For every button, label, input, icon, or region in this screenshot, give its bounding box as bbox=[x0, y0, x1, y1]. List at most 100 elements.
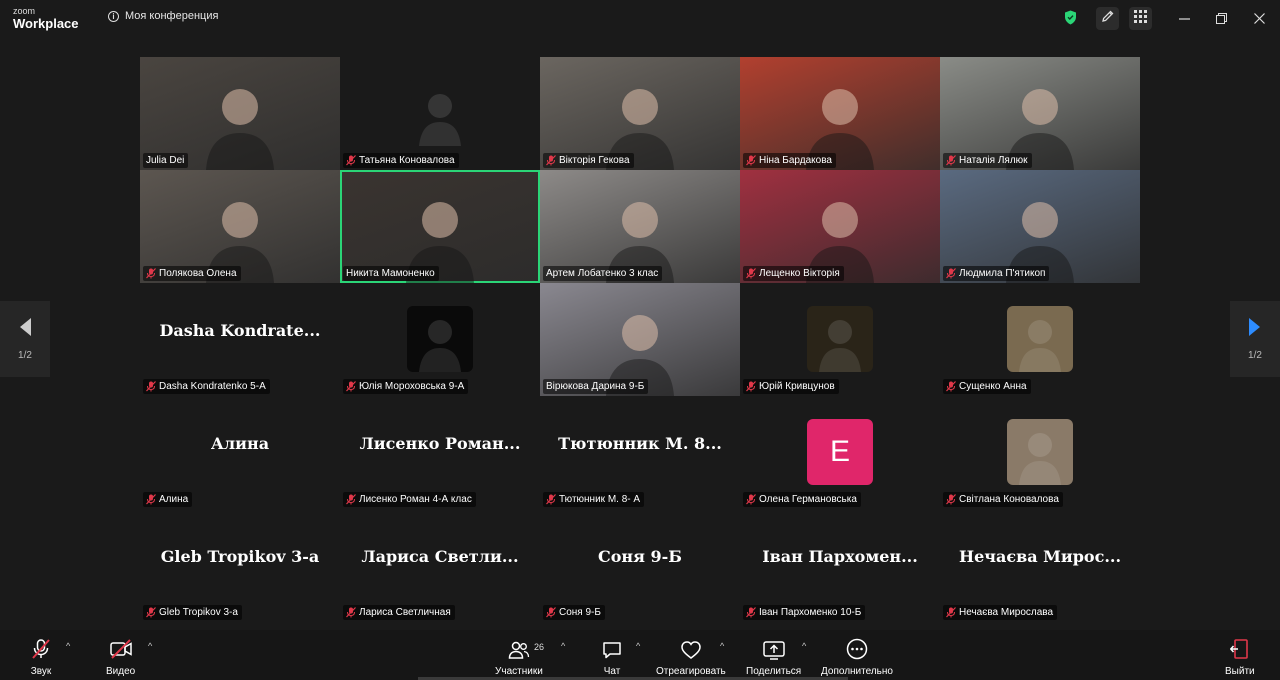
participant-name: Лещенко Вікторія bbox=[759, 268, 840, 279]
audio-options-chevron-up-icon[interactable]: ^ bbox=[66, 641, 70, 651]
participant-nameplate: Іван Пархоменко 10-Б bbox=[743, 605, 866, 620]
participant-name: Лисенко Роман 4-А клас bbox=[359, 494, 472, 505]
muted-microphone-icon bbox=[146, 268, 156, 279]
participant-nameplate: Лисенко Роман 4-А клас bbox=[343, 492, 476, 507]
react-button[interactable]: Отреагировать bbox=[656, 638, 726, 677]
participant-nameplate: Вікторія Гекова bbox=[543, 153, 634, 168]
participant-tile[interactable]: Нечаєва Мирос... Нечаєва Мирослава bbox=[940, 509, 1140, 622]
muted-microphone-icon bbox=[746, 381, 756, 392]
participant-nameplate: Алина bbox=[143, 492, 193, 507]
meeting-info-button[interactable]: i Моя конференция bbox=[108, 10, 218, 22]
muted-microphone-icon bbox=[746, 494, 756, 505]
microphone-muted-icon bbox=[30, 638, 52, 660]
participant-tile[interactable]: Лисенко Роман... Лисенко Роман 4-А клас bbox=[340, 396, 540, 509]
participant-tile[interactable]: Никита Мамоненко bbox=[340, 170, 540, 283]
participant-name: Gleb Tropikov 3-a bbox=[159, 607, 238, 618]
participant-tile[interactable]: Татьяна Коновалова bbox=[340, 57, 540, 170]
muted-microphone-icon bbox=[946, 607, 956, 618]
participant-name: Dasha Kondratenko 5-A bbox=[159, 381, 266, 392]
muted-microphone-icon bbox=[146, 381, 156, 392]
more-dots-icon bbox=[846, 638, 868, 660]
participant-tile[interactable]: Тютюнник М. 8... Тютюнник М. 8- А bbox=[540, 396, 740, 509]
info-icon: i bbox=[108, 10, 119, 22]
meeting-title: Моя конференция bbox=[125, 10, 219, 22]
participant-nameplate: Наталія Лялюк bbox=[943, 153, 1032, 168]
participant-display-name: Нечаєва Мирос... bbox=[958, 547, 1122, 566]
letter-avatar: E bbox=[807, 419, 873, 485]
participant-nameplate: Тютюнник М. 8- А bbox=[543, 492, 645, 507]
muted-microphone-icon bbox=[146, 494, 156, 505]
profile-picture bbox=[807, 306, 873, 372]
participant-tile[interactable]: Вірюкова Дарина 9-Б bbox=[540, 283, 740, 396]
profile-picture bbox=[407, 80, 473, 146]
more-button[interactable]: Дополнительно bbox=[821, 638, 893, 677]
share-options-chevron-up-icon[interactable]: ^ bbox=[802, 641, 806, 651]
participant-display-name: Dasha Kondrate... bbox=[159, 321, 321, 340]
participant-nameplate: Артем Лобатенко 3 клас bbox=[543, 266, 663, 281]
prev-page-button[interactable]: 1/2 bbox=[0, 301, 50, 377]
participant-tile[interactable]: E Олена Германовська bbox=[740, 396, 940, 509]
chat-options-chevron-up-icon[interactable]: ^ bbox=[636, 641, 640, 651]
participants-options-chevron-up-icon[interactable]: ^ bbox=[561, 641, 565, 651]
participant-name: Юрій Кривцунов bbox=[759, 381, 835, 392]
participant-display-name: Соня 9-Б bbox=[598, 547, 682, 566]
participant-tile[interactable]: Іван Пархомен... Іван Пархоменко 10-Б bbox=[740, 509, 940, 622]
muted-microphone-icon bbox=[346, 494, 356, 505]
participant-tile[interactable]: Gleb Tropikov 3-a Gleb Tropikov 3-a bbox=[140, 509, 340, 622]
view-grid-button[interactable] bbox=[1129, 7, 1152, 30]
minimize-icon[interactable] bbox=[1177, 11, 1191, 25]
annotate-button[interactable] bbox=[1096, 7, 1119, 30]
participant-display-name: Іван Пархомен... bbox=[762, 547, 918, 566]
muted-microphone-icon bbox=[946, 268, 956, 279]
participant-name: Артем Лобатенко 3 клас bbox=[546, 268, 659, 279]
participant-name: Julia Dei bbox=[146, 155, 185, 166]
logo-small-text: zoom bbox=[13, 6, 36, 16]
participant-nameplate: Соня 9-Б bbox=[543, 605, 605, 620]
participant-nameplate: Нечаєва Мирослава bbox=[943, 605, 1058, 620]
participant-tile[interactable]: Лещенко Вікторія bbox=[740, 170, 940, 283]
participant-tile[interactable]: Юрій Кривцунов bbox=[740, 283, 940, 396]
participant-tile[interactable]: Артем Лобатенко 3 клас bbox=[540, 170, 740, 283]
close-icon[interactable] bbox=[1252, 11, 1266, 25]
muted-microphone-icon bbox=[546, 155, 556, 166]
video-stage: 1/2 1/2 Julia Dei Татьяна Коновалова Вікто… bbox=[0, 37, 1280, 630]
heart-icon bbox=[680, 638, 702, 660]
participant-tile[interactable]: Світлана Коновалова bbox=[940, 396, 1140, 509]
video-button[interactable]: Видео bbox=[106, 638, 135, 677]
chat-label: Чат bbox=[603, 666, 621, 677]
participant-name: Полякова Олена bbox=[159, 268, 237, 279]
participant-tile[interactable]: Юлія Мороховська 9-А bbox=[340, 283, 540, 396]
react-options-chevron-up-icon[interactable]: ^ bbox=[720, 641, 724, 651]
participant-nameplate: Юлія Мороховська 9-А bbox=[343, 379, 469, 394]
participant-nameplate: Юрій Кривцунов bbox=[743, 379, 839, 394]
audio-label: Звук bbox=[30, 666, 52, 677]
participant-tile[interactable]: Ніна Бардакова bbox=[740, 57, 940, 170]
participant-tile[interactable]: Алина Алина bbox=[140, 396, 340, 509]
participant-tile[interactable]: Dasha Kondrate... Dasha Kondratenko 5-A bbox=[140, 283, 340, 396]
security-shield-icon[interactable] bbox=[1064, 10, 1077, 30]
participant-name: Соня 9-Б bbox=[559, 607, 601, 618]
chat-button[interactable]: Чат bbox=[602, 638, 622, 677]
muted-microphone-icon bbox=[946, 155, 956, 166]
next-page-button[interactable]: 1/2 bbox=[1230, 301, 1280, 377]
muted-microphone-icon bbox=[946, 381, 956, 392]
participant-tile[interactable]: Полякова Олена bbox=[140, 170, 340, 283]
title-bar: zoom Workplace i Моя конференция bbox=[0, 0, 1280, 37]
audio-button[interactable]: Звук bbox=[30, 638, 52, 677]
participant-nameplate: Ніна Бардакова bbox=[743, 153, 836, 168]
video-options-chevron-up-icon[interactable]: ^ bbox=[148, 641, 152, 651]
participant-tile[interactable]: Наталія Лялюк bbox=[940, 57, 1140, 170]
participant-tile[interactable]: Сущенко Анна bbox=[940, 283, 1140, 396]
participant-name: Людмила П'ятикоп bbox=[959, 268, 1046, 279]
leave-button[interactable]: Выйти bbox=[1225, 638, 1255, 677]
participant-tile[interactable]: Вікторія Гекова bbox=[540, 57, 740, 170]
participant-tile[interactable]: Соня 9-Б Соня 9-Б bbox=[540, 509, 740, 622]
participant-tile[interactable]: Лариса Светли... Лариса Светличная bbox=[340, 509, 540, 622]
participant-tile[interactable]: Julia Dei bbox=[140, 57, 340, 170]
participant-nameplate: Gleb Tropikov 3-a bbox=[143, 605, 242, 620]
participant-tile[interactable]: Людмила П'ятикоп bbox=[940, 170, 1140, 283]
participants-label: Участники bbox=[495, 666, 543, 677]
share-button[interactable]: Поделиться bbox=[746, 638, 801, 677]
logo-big-text: Workplace bbox=[13, 16, 79, 31]
restore-icon[interactable] bbox=[1214, 11, 1228, 25]
